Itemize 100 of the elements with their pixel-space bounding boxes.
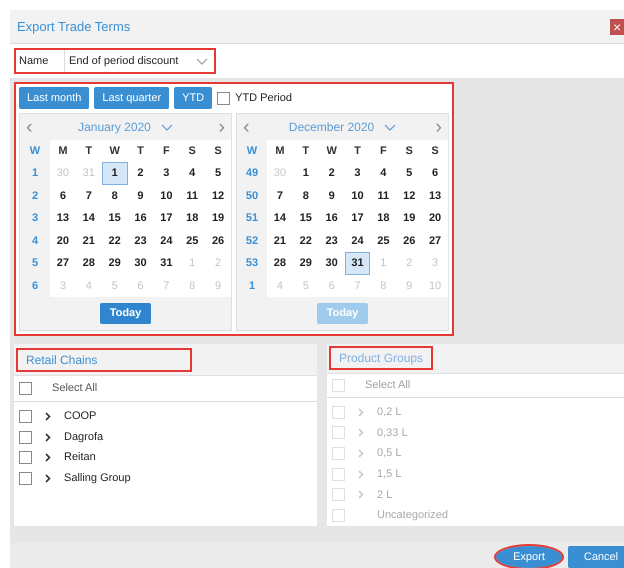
chevron-right-icon[interactable] [45,474,51,483]
checkbox[interactable] [19,430,32,444]
weekday-header: W [108,144,121,159]
checkbox[interactable] [217,92,230,104]
weekday-header: S [430,144,440,159]
day-cell[interactable]: 20 [422,207,448,230]
day-cell[interactable]: 27 [422,230,448,252]
select-all-label[interactable]: Select All [52,380,98,397]
weekday-header: T [353,144,362,159]
day-cell[interactable]: 31 [344,252,370,274]
day-cell[interactable]: 4 [370,162,396,184]
day-cell[interactable]: 24 [344,230,370,252]
day-cell[interactable]: 9 [318,184,345,207]
checkbox[interactable] [19,410,32,423]
week-number: 1 [30,166,40,181]
list-item-label[interactable]: Reitan [64,449,96,466]
day-cell[interactable]: 2 [128,162,154,184]
day-cell[interactable]: 16 [128,207,154,230]
checkbox[interactable] [19,451,32,464]
day-cell[interactable]: 30 [318,252,345,274]
day-cell[interactable]: 3 [344,162,370,184]
day-cell[interactable]: 22 [292,230,319,252]
day-cell[interactable]: 6 [50,184,76,207]
day-cell[interactable]: 23 [128,230,154,252]
day-cell[interactable]: 22 [102,230,128,252]
chevron-right-icon[interactable] [45,453,51,462]
list-title: Product Groups [329,346,434,370]
day-cell[interactable]: 1 [102,162,128,184]
weekday-header: M [274,144,286,159]
weekday-header: F [378,144,388,159]
day-cell[interactable]: 7 [267,184,293,207]
chevron-down-icon[interactable] [384,124,396,130]
day-cell[interactable]: 14 [76,207,102,230]
day-cell[interactable]: 31 [153,252,180,274]
weekday-header: M [57,144,68,159]
day-cell[interactable]: 10 [344,184,370,207]
list-item-label[interactable]: COOP [64,408,96,425]
day-cell[interactable]: 13 [422,184,448,207]
day-cell[interactable]: 5 [396,162,422,184]
day-cell[interactable]: 26 [396,230,422,252]
day-cell[interactable]: 12 [205,184,231,207]
weekday-header: T [136,144,145,159]
day-cell[interactable]: 29 [102,252,128,274]
week-number: 1 [248,278,256,294]
day-cell[interactable]: 21 [267,230,293,252]
week-number: 52 [244,234,260,248]
day-cell[interactable]: 8 [102,184,128,207]
day-cell[interactable]: 21 [76,230,102,252]
day-cell[interactable]: 13 [50,207,76,230]
day-cell[interactable]: 11 [370,184,396,207]
chevron-right-icon[interactable] [45,432,51,442]
ytd-period-label[interactable]: YTD Period [235,90,292,106]
day-cell[interactable]: 19 [396,207,422,230]
week-header: W [246,144,258,159]
day-cell[interactable]: 6 [422,162,448,184]
day-cell[interactable]: 3 [153,162,180,184]
close-button[interactable]: × [610,18,624,34]
day-cell[interactable]: 11 [179,184,206,207]
day-cell[interactable]: 16 [318,207,345,230]
today-button[interactable]: Today [100,303,152,324]
day-cell[interactable]: 17 [344,207,370,230]
day-cell[interactable]: 18 [179,207,206,230]
week-number: 4 [30,234,40,248]
day-cell[interactable]: 5 [205,162,231,184]
day-cell[interactable]: 8 [292,184,319,207]
day-cell[interactable]: 28 [76,252,102,274]
name-dropdown[interactable]: End of period discount [64,50,214,72]
day-cell[interactable]: 14 [267,207,293,230]
week-number: 50 [244,188,260,204]
day-cell[interactable]: 26 [205,230,231,252]
day-cell[interactable]: 28 [267,252,293,274]
day-cell[interactable]: 27 [50,252,76,274]
day-cell[interactable]: 1 [292,162,319,184]
chevron-right-icon[interactable] [45,412,51,421]
day-cell[interactable]: 30 [128,252,154,274]
day-cell[interactable]: 2 [318,162,345,184]
day-cell[interactable]: 4 [179,162,206,184]
day-cell[interactable]: 18 [370,207,396,230]
day-cell[interactable]: 17 [153,207,180,230]
day-cell[interactable]: 12 [396,184,422,207]
list-item-label[interactable]: Dagrofa [64,428,104,446]
list-item-label[interactable]: Salling Group [64,470,131,487]
checkbox[interactable] [19,472,32,485]
day-cell[interactable]: 7 [76,184,102,207]
weekday-header: S [188,144,197,159]
chevron-down-icon[interactable] [196,58,208,64]
chevron-down-icon[interactable] [160,124,173,130]
day-cell[interactable]: 20 [50,230,76,252]
day-cell[interactable]: 23 [318,230,345,252]
day-cell[interactable]: 19 [205,207,231,230]
day-cell[interactable]: 25 [179,230,206,252]
day-cell[interactable]: 25 [370,230,396,252]
day-cell[interactable]: 15 [292,207,319,230]
day-cell[interactable]: 24 [153,230,180,252]
day-cell[interactable]: 10 [153,184,180,207]
day-cell[interactable]: 15 [102,207,128,230]
day-cell[interactable]: 29 [292,252,319,274]
checkbox[interactable] [19,382,32,395]
day-cell[interactable]: 9 [128,184,154,207]
weekday-header: S [404,144,414,159]
